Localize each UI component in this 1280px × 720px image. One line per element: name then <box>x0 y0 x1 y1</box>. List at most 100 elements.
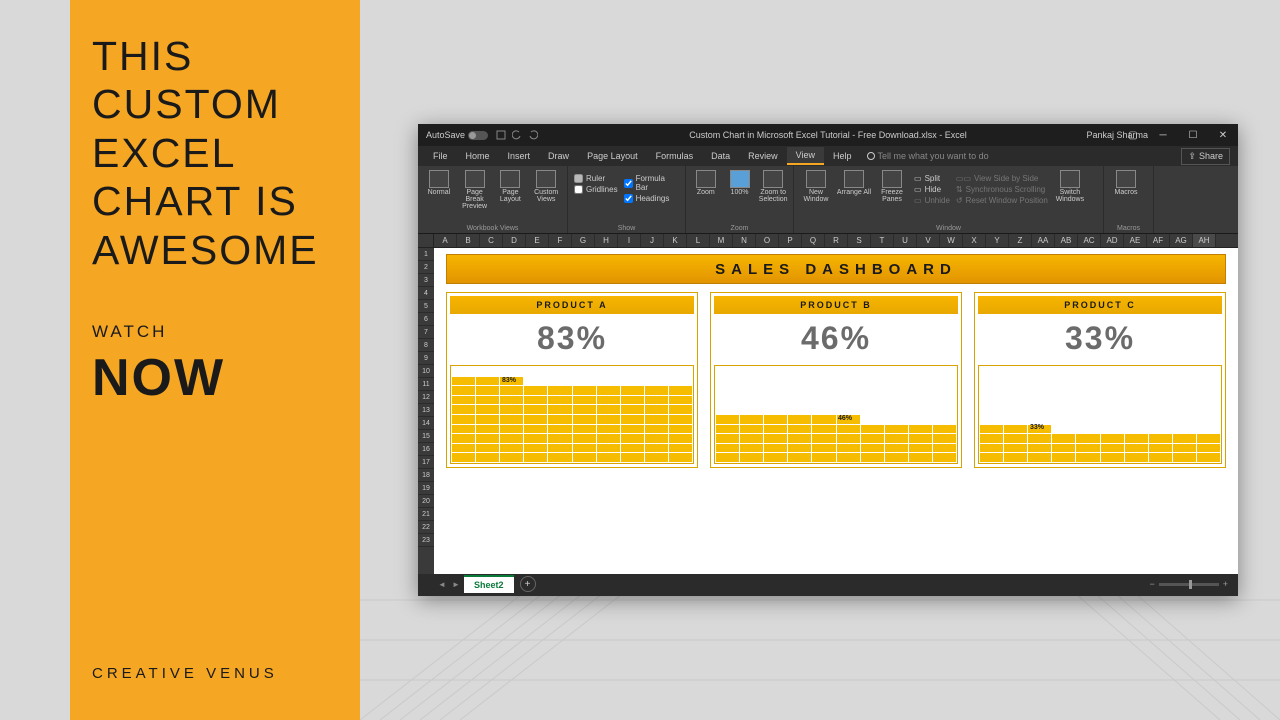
minimize-icon[interactable]: ─ <box>1148 124 1178 146</box>
column-header[interactable]: N <box>733 234 756 247</box>
column-header[interactable]: AG <box>1170 234 1193 247</box>
column-header[interactable]: R <box>825 234 848 247</box>
row-header[interactable]: 17 <box>418 456 434 469</box>
column-header[interactable]: V <box>917 234 940 247</box>
row-header[interactable]: 22 <box>418 521 434 534</box>
row-header[interactable]: 3 <box>418 274 434 287</box>
tab-insert[interactable]: Insert <box>499 148 540 164</box>
tab-file[interactable]: File <box>424 148 457 164</box>
column-header[interactable]: K <box>664 234 687 247</box>
slider-track[interactable] <box>1159 583 1219 586</box>
tab-page-layout[interactable]: Page Layout <box>578 148 647 164</box>
hide-button[interactable]: ▭ Hide <box>914 185 950 194</box>
row-header[interactable]: 13 <box>418 404 434 417</box>
save-icon[interactable] <box>496 130 506 140</box>
column-header[interactable]: AC <box>1078 234 1101 247</box>
column-header[interactable]: O <box>756 234 779 247</box>
zoom-selection-button[interactable]: Zoom to Selection <box>757 170 789 203</box>
row-header[interactable]: 8 <box>418 339 434 352</box>
zoom-100-button[interactable]: 100% <box>724 170 756 196</box>
row-header[interactable]: 20 <box>418 495 434 508</box>
row-header[interactable]: 14 <box>418 417 434 430</box>
arrange-all-button[interactable]: Arrange All <box>836 170 872 196</box>
unhide-button[interactable]: ▭ Unhide <box>914 196 950 205</box>
row-header[interactable]: 5 <box>418 300 434 313</box>
column-header[interactable]: AE <box>1124 234 1147 247</box>
column-header[interactable]: L <box>687 234 710 247</box>
zoom-slider[interactable]: − + <box>1149 579 1228 589</box>
column-header[interactable]: D <box>503 234 526 247</box>
select-all-button[interactable] <box>418 234 434 247</box>
column-header[interactable]: J <box>641 234 664 247</box>
normal-button[interactable]: Normal <box>422 170 456 196</box>
row-header[interactable]: 18 <box>418 469 434 482</box>
maximize-icon[interactable]: ☐ <box>1178 124 1208 146</box>
row-header[interactable]: 6 <box>418 313 434 326</box>
row-header[interactable]: 16 <box>418 443 434 456</box>
column-header[interactable]: H <box>595 234 618 247</box>
column-headers[interactable]: ABCDEFGHIJKLMNOPQRSTUVWXYZAAABACADAEAFAG… <box>418 234 1238 248</box>
column-header[interactable]: W <box>940 234 963 247</box>
row-header[interactable]: 9 <box>418 352 434 365</box>
row-header[interactable]: 21 <box>418 508 434 521</box>
row-header[interactable]: 2 <box>418 261 434 274</box>
row-header[interactable]: 4 <box>418 287 434 300</box>
ribbon-options-icon[interactable]: ▢ <box>1118 124 1148 146</box>
column-header[interactable]: AF <box>1147 234 1170 247</box>
tab-view[interactable]: View <box>787 147 824 165</box>
zoom-button[interactable]: Zoom <box>690 170 722 196</box>
zoom-out-icon[interactable]: − <box>1149 579 1154 589</box>
column-header[interactable]: F <box>549 234 572 247</box>
column-header[interactable]: A <box>434 234 457 247</box>
row-headers[interactable]: 1234567891011121314151617181920212223 <box>418 248 434 574</box>
row-header[interactable]: 12 <box>418 391 434 404</box>
column-header[interactable]: C <box>480 234 503 247</box>
toggle-off-icon[interactable] <box>468 131 488 140</box>
autosave-toggle[interactable]: AutoSave <box>426 130 488 140</box>
share-button[interactable]: ⇪ Share <box>1181 148 1230 165</box>
tab-home[interactable]: Home <box>457 148 499 164</box>
ruler-checkbox[interactable]: Ruler <box>574 174 618 183</box>
add-sheet-icon[interactable]: + <box>520 576 536 592</box>
page-break-button[interactable]: Page Break Preview <box>458 170 492 210</box>
sheet-canvas[interactable]: SALES DASHBOARD PRODUCT A83%83%PRODUCT B… <box>434 248 1238 574</box>
row-header[interactable]: 23 <box>418 534 434 547</box>
worksheet[interactable]: ABCDEFGHIJKLMNOPQRSTUVWXYZAAABACADAEAFAG… <box>418 234 1238 574</box>
new-window-button[interactable]: New Window <box>798 170 834 203</box>
row-header[interactable]: 15 <box>418 430 434 443</box>
row-header[interactable]: 10 <box>418 365 434 378</box>
column-header[interactable]: M <box>710 234 733 247</box>
tab-draw[interactable]: Draw <box>539 148 578 164</box>
tab-review[interactable]: Review <box>739 148 787 164</box>
tab-help[interactable]: Help <box>824 148 861 164</box>
column-header[interactable]: X <box>963 234 986 247</box>
headings-checkbox[interactable]: Headings <box>624 194 679 203</box>
column-header[interactable]: AD <box>1101 234 1124 247</box>
column-header[interactable]: P <box>779 234 802 247</box>
zoom-in-icon[interactable]: + <box>1223 579 1228 589</box>
column-header[interactable]: T <box>871 234 894 247</box>
row-header[interactable]: 11 <box>418 378 434 391</box>
switch-windows-button[interactable]: Switch Windows <box>1052 170 1088 203</box>
tab-next-icon[interactable]: ► <box>450 580 462 589</box>
redo-icon[interactable] <box>528 130 538 140</box>
undo-icon[interactable] <box>512 130 522 140</box>
tab-prev-icon[interactable]: ◄ <box>436 580 448 589</box>
column-header[interactable]: S <box>848 234 871 247</box>
page-layout-button[interactable]: Page Layout <box>494 170 528 203</box>
column-header[interactable]: G <box>572 234 595 247</box>
tell-me-input[interactable]: Tell me what you want to do <box>878 151 989 161</box>
sheet-tab-active[interactable]: Sheet2 <box>464 575 514 593</box>
close-icon[interactable]: ✕ <box>1208 124 1238 146</box>
column-header[interactable]: AB <box>1055 234 1078 247</box>
column-header[interactable]: AH <box>1193 234 1216 247</box>
freeze-panes-button[interactable]: Freeze Panes <box>874 170 910 203</box>
row-header[interactable]: 1 <box>418 248 434 261</box>
split-button[interactable]: ▭ Split <box>914 174 950 183</box>
row-header[interactable]: 7 <box>418 326 434 339</box>
column-header[interactable]: I <box>618 234 641 247</box>
macros-button[interactable]: Macros <box>1108 170 1144 196</box>
column-header[interactable]: AA <box>1032 234 1055 247</box>
column-header[interactable]: Z <box>1009 234 1032 247</box>
tab-formulas[interactable]: Formulas <box>647 148 703 164</box>
